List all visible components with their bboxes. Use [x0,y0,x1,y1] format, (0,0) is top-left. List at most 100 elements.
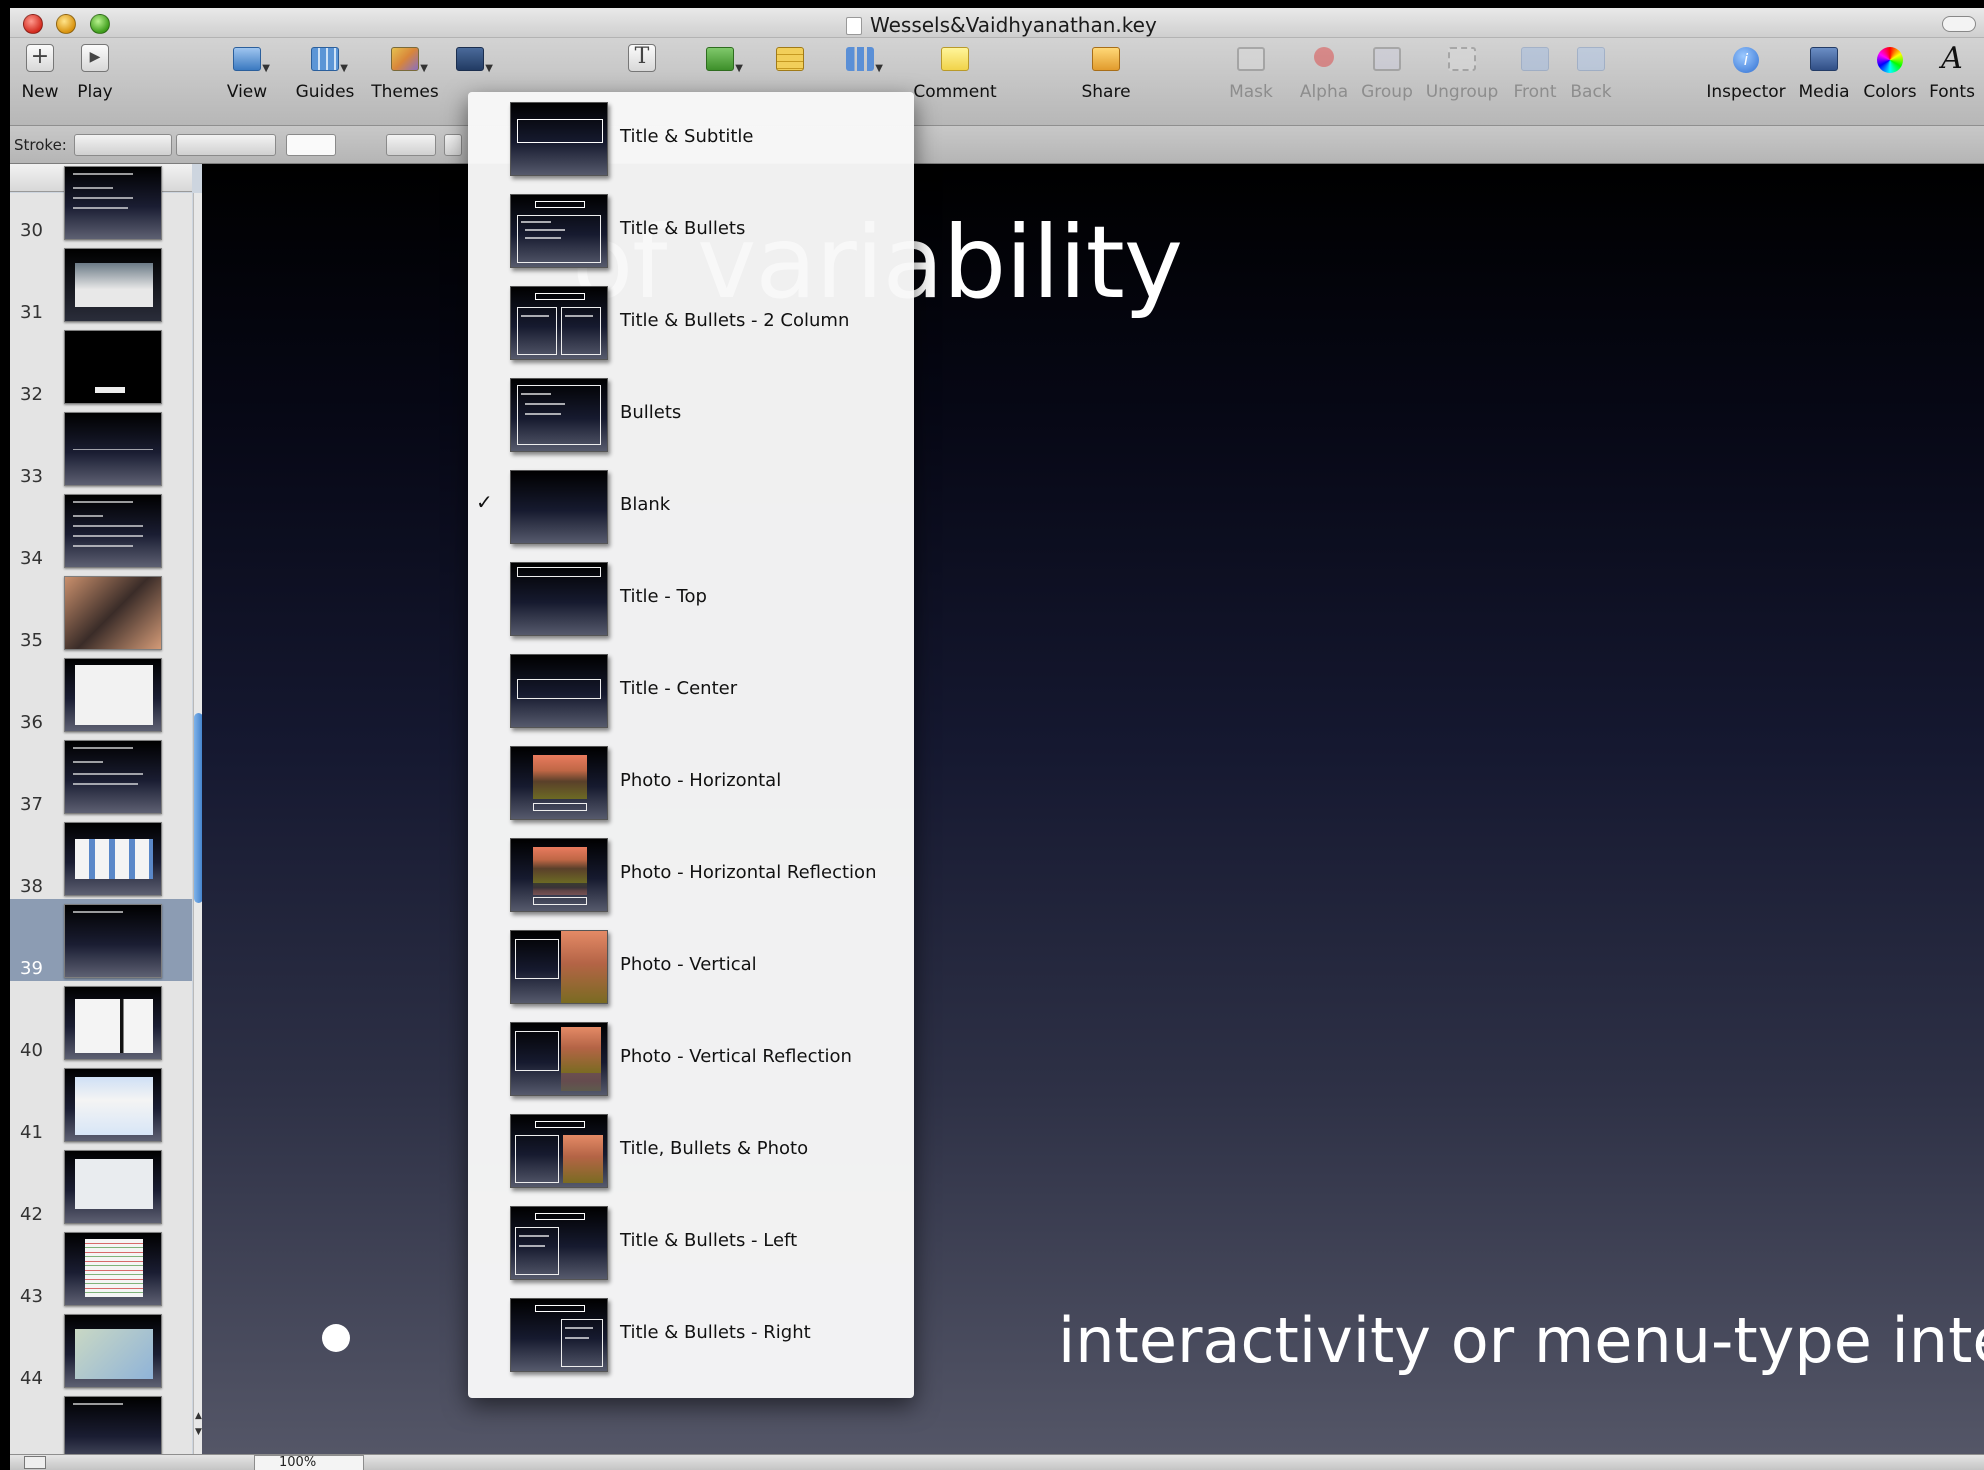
slide-thumbnail [64,1232,162,1306]
menu-item-photo-vertical[interactable]: Photo - Vertical [468,920,914,1012]
master-thumbnail [510,930,608,1004]
toolbar-toggle-button[interactable] [1942,16,1976,32]
title-bar: Wessels&Vaidhyanathan.key [10,8,1984,38]
group-button[interactable]: Group [1360,44,1414,102]
scrollbar-knob[interactable] [194,713,202,903]
slide-item-37[interactable]: 37 [10,735,192,817]
slide-thumbnail [64,1068,162,1142]
menu-item-title-bullets-2-column[interactable]: Title & Bullets - 2 Column [468,276,914,368]
shapes-button[interactable]: ▼ [700,44,743,74]
chart-button[interactable]: ▼ [840,44,883,74]
slide-number: 32 [20,384,43,405]
slide-item-39[interactable]: 39 [10,899,192,981]
shapes-icon: ▼ [703,44,743,74]
menu-item-photo-horizontal[interactable]: Photo - Horizontal [468,736,914,828]
slide-number: 40 [20,1040,43,1061]
master-thumbnail [510,194,608,268]
colors-button[interactable]: Colors [1860,44,1920,102]
slide-item-44[interactable]: 44 [10,1309,192,1391]
slide-number: 34 [20,548,43,569]
slide-item-next[interactable] [10,1391,192,1454]
slide-item-33[interactable]: 33 [10,407,192,489]
slide-number: 41 [20,1122,43,1143]
scroll-down-arrow-icon[interactable]: ▼ [194,1427,202,1437]
slide-item-36[interactable]: 36 [10,653,192,735]
masters-button[interactable]: ▼ [450,44,493,74]
zoom-select[interactable]: 100% [254,1455,364,1470]
menu-item-bullets[interactable]: Bullets [468,368,914,460]
fonts-button[interactable]: A Fonts [1926,44,1978,103]
stroke-width-select[interactable] [176,134,276,156]
close-button[interactable] [23,14,43,34]
mask-button[interactable]: Mask [1226,44,1276,102]
menu-item-title-bullets-photo[interactable]: Title, Bullets & Photo [468,1104,914,1196]
master-thumbnail [510,838,608,912]
slide-thumbnail [64,904,162,978]
view-button[interactable]: ▼ View [222,44,272,102]
menu-item-title-bullets-right[interactable]: Title & Bullets - Right [468,1288,914,1380]
front-button[interactable]: Front [1510,44,1560,102]
minimize-button[interactable] [56,14,76,34]
back-button[interactable]: Back [1566,44,1616,102]
slide-number: 33 [20,466,43,487]
format-control[interactable] [444,134,462,156]
slide-number: 38 [20,876,43,897]
slide-number: 44 [20,1368,43,1389]
guides-button[interactable]: ▼ Guides [294,44,356,102]
slide-item-42[interactable]: 42 [10,1145,192,1227]
media-button[interactable]: Media [1794,44,1854,102]
menu-item-title-bullets[interactable]: Title & Bullets [468,184,914,276]
slide-item-40[interactable]: 40 [10,981,192,1063]
stroke-style-select[interactable] [74,134,172,156]
bring-front-icon [1518,44,1552,74]
table-icon [773,44,807,74]
menu-item-title-top[interactable]: Title - Top [468,552,914,644]
slide-item-32[interactable]: 32 [10,325,192,407]
keynote-window: Wessels&Vaidhyanathan.key + New ▶ Play ▼… [10,8,1984,1470]
slide-item-31[interactable]: 31 [10,243,192,325]
master-thumbnail [510,1022,608,1096]
navigator-view-button[interactable] [24,1456,46,1469]
ungroup-button[interactable]: Ungroup [1424,44,1500,102]
play-button[interactable]: ▶ Play [68,44,122,102]
alpha-icon [1307,44,1341,74]
group-icon [1370,44,1404,74]
menu-item-title-subtitle[interactable]: Title & Subtitle [468,92,914,184]
line-endpoint-select[interactable] [386,134,436,156]
share-button[interactable]: Share [1076,44,1136,102]
themes-button[interactable]: ▼ Themes [370,44,440,102]
text-box-button[interactable]: T [622,44,662,74]
new-button[interactable]: + New [14,44,66,102]
slide-item-30[interactable]: 30 [10,164,192,243]
slide-thumbnail [64,1150,162,1224]
text-box-icon: T [625,44,659,74]
slide-thumbnail [64,822,162,896]
menu-item-blank[interactable]: ✓ Blank [468,460,914,552]
slide-thumbnail [64,166,162,240]
menu-item-title-center[interactable]: Title - Center [468,644,914,736]
scroll-up-arrow-icon[interactable]: ▲ [194,1411,202,1421]
slide-item-38[interactable]: 38 [10,817,192,899]
slide-number: 37 [20,794,43,815]
master-thumbnail [510,1298,608,1372]
navigator-scrollbar[interactable]: ▲ ▼ [193,193,202,1454]
alpha-button[interactable]: Alpha [1296,44,1352,102]
guides-icon: ▼ [308,44,348,74]
zoom-button[interactable] [90,14,110,34]
comment-button[interactable]: Comment [910,44,1000,102]
slide-item-43[interactable]: 43 [10,1227,192,1309]
slide-number: 30 [20,220,43,241]
slide-item-35[interactable]: 35 [10,571,192,653]
slide-item-41[interactable]: 41 [10,1063,192,1145]
stroke-color-well[interactable] [286,134,336,156]
menu-item-photo-horizontal-reflection[interactable]: Photo - Horizontal Reflection [468,828,914,920]
master-thumbnail [510,470,608,544]
inspector-button[interactable]: i Inspector [1704,44,1788,102]
table-button[interactable] [770,44,810,74]
slide-number: 35 [20,630,43,651]
menu-item-photo-vertical-reflection[interactable]: Photo - Vertical Reflection [468,1012,914,1104]
slide-item-34[interactable]: 34 [10,489,192,571]
slide-thumbnail [64,412,162,486]
bullet-dot [322,1324,350,1352]
menu-item-title-bullets-left[interactable]: Title & Bullets - Left [468,1196,914,1288]
